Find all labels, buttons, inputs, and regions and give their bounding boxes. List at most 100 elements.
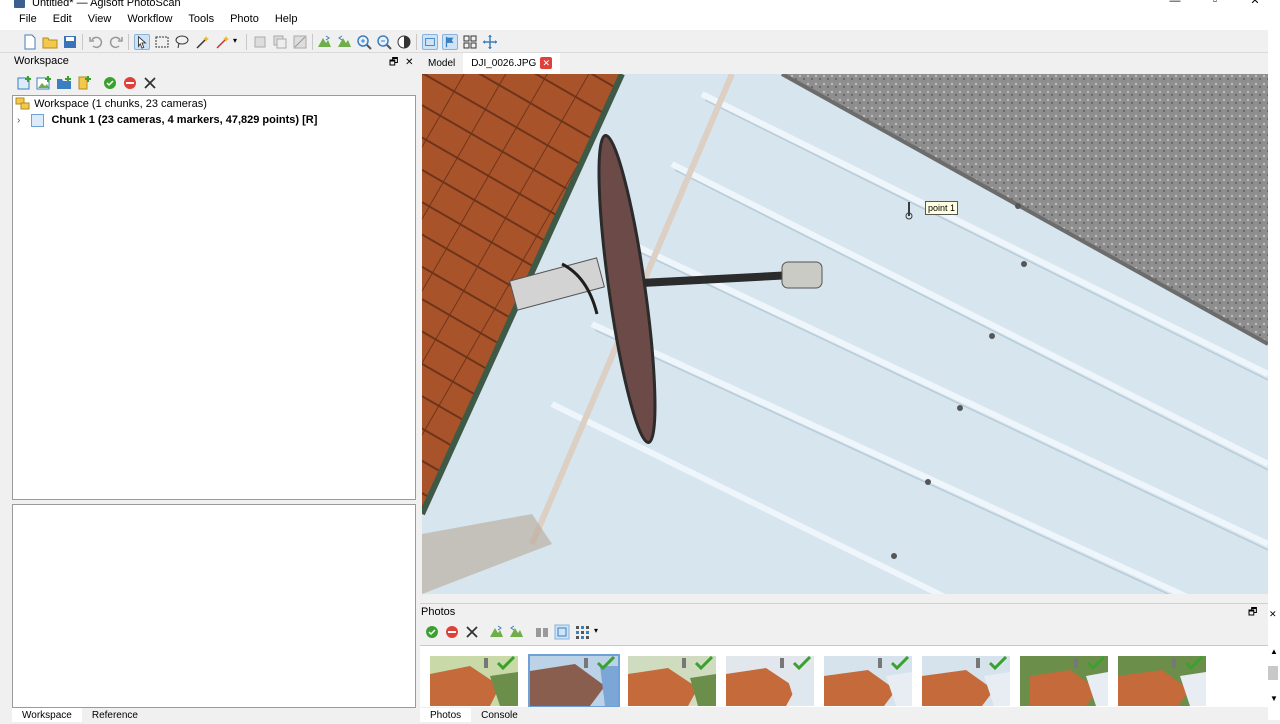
menu-file[interactable]: File	[11, 10, 45, 30]
enable-icon[interactable]	[102, 75, 118, 91]
remove-icon[interactable]	[142, 75, 158, 91]
remove-cameras-icon[interactable]	[464, 624, 480, 640]
close-panel-icon[interactable]: ✕	[1269, 609, 1277, 620]
brightness-icon[interactable]	[396, 34, 412, 50]
workspace-icon	[15, 97, 30, 110]
main-toolbar: ▾	[0, 30, 1270, 53]
photos-panel-title: Photos	[421, 606, 456, 618]
properties-pane	[12, 504, 416, 708]
show-markers-icon[interactable]	[442, 34, 458, 50]
rotate-right-icon[interactable]	[508, 624, 524, 640]
photos-bottom-tabs: Photos Console	[420, 708, 528, 722]
scroll-down-icon[interactable]: ▼	[1270, 694, 1278, 703]
minimize-button[interactable]: —	[1155, 0, 1195, 10]
tab-photo[interactable]: DJI_0026.JPG ✕	[463, 53, 561, 74]
window-title: Untitled* — Agisoft PhotoScan	[32, 0, 181, 9]
new-icon[interactable]	[22, 34, 38, 50]
crop-icon[interactable]	[252, 34, 268, 50]
rotate-left-icon[interactable]	[316, 34, 332, 50]
view-mode-icon[interactable]	[574, 624, 590, 640]
grid-icon[interactable]	[462, 34, 478, 50]
menu-photo[interactable]: Photo	[222, 10, 267, 30]
workspace-root-row[interactable]: Workspace (1 chunks, 23 cameras)	[15, 96, 207, 112]
photos-panel-header: Photos 🗗	[420, 603, 1268, 619]
add-photos-icon[interactable]	[36, 75, 52, 91]
selection-tools-icon[interactable]	[214, 34, 230, 50]
aligned-check-icon	[584, 656, 616, 670]
right-edge: ✕ ▲ ▼	[1268, 0, 1280, 720]
workspace-tree: Workspace (1 chunks, 23 cameras) › Chunk…	[12, 95, 416, 500]
photo-thumbnail[interactable]	[628, 656, 716, 706]
scroll-up-icon[interactable]: ▲	[1270, 647, 1278, 656]
add-chunk-icon[interactable]	[16, 75, 32, 91]
aligned-check-icon	[976, 656, 1008, 670]
photo-thumbnails	[420, 645, 1268, 707]
photo-thumbnail[interactable]	[528, 654, 620, 707]
zoom-out-icon[interactable]	[376, 34, 392, 50]
close-tab-icon[interactable]: ✕	[540, 57, 553, 70]
add-folder-icon[interactable]	[56, 75, 72, 91]
chevron-down-icon[interactable]: ▾	[594, 626, 598, 635]
aligned-check-icon	[682, 656, 714, 670]
aligned-check-icon	[1172, 656, 1204, 670]
photo-thumbnail[interactable]	[1020, 656, 1108, 706]
menu-workflow[interactable]: Workflow	[119, 10, 180, 30]
photo-thumbnail[interactable]	[1118, 656, 1206, 706]
tab-model[interactable]: Model	[420, 53, 463, 74]
move-icon[interactable]	[482, 34, 498, 50]
rotate-left-icon[interactable]	[488, 624, 504, 640]
close-panel-icon[interactable]: ✕	[405, 57, 413, 68]
chunk-icon	[31, 113, 45, 127]
filter-icon[interactable]	[534, 624, 550, 640]
menu-help[interactable]: Help	[267, 10, 306, 30]
marker-label[interactable]: point 1	[925, 201, 959, 215]
scrollbar-thumb[interactable]	[1268, 666, 1278, 680]
photo-thumbnail[interactable]	[922, 656, 1010, 706]
add-markers-icon[interactable]	[76, 75, 92, 91]
lasso-icon[interactable]	[174, 34, 190, 50]
float-panel-icon[interactable]: 🗗	[389, 57, 398, 68]
view-tabs: Model DJI_0026.JPG ✕	[420, 53, 561, 74]
tab-photo-label: DJI_0026.JPG	[471, 58, 537, 69]
menu-edit[interactable]: Edit	[45, 10, 80, 30]
disable-icon[interactable]	[122, 75, 138, 91]
redo-icon[interactable]	[108, 34, 124, 50]
photo-image	[422, 74, 1268, 594]
photo-thumbnail[interactable]	[824, 656, 912, 706]
chevron-right-icon[interactable]: ›	[17, 115, 20, 126]
rotate-right-icon[interactable]	[336, 34, 352, 50]
magic-wand-icon[interactable]	[194, 34, 210, 50]
title-bar: Untitled* — Agisoft PhotoScan — ▫ ✕	[0, 0, 1280, 10]
chunk-row[interactable]: › Chunk 1 (23 cameras, 4 markers, 47,829…	[17, 112, 317, 128]
workspace-toolbar	[12, 72, 416, 94]
workspace-root-label: Workspace (1 chunks, 23 cameras)	[34, 98, 207, 110]
menu-bar: File Edit View Workflow Tools Photo Help	[0, 10, 1280, 30]
aligned-check-icon	[780, 656, 812, 670]
chevron-down-icon[interactable]: ▾	[233, 36, 237, 45]
delete-selection-icon[interactable]	[292, 34, 308, 50]
show-cameras-icon[interactable]	[554, 624, 570, 640]
open-icon[interactable]	[42, 34, 58, 50]
save-icon[interactable]	[62, 34, 78, 50]
chunk-label: Chunk 1 (23 cameras, 4 markers, 47,829 p…	[51, 114, 318, 126]
photos-toolbar: ▾	[420, 620, 1268, 644]
photo-thumbnail[interactable]	[726, 656, 814, 706]
copy-icon[interactable]	[272, 34, 288, 50]
photo-thumbnail[interactable]	[430, 656, 518, 706]
enable-cameras-icon[interactable]	[424, 624, 440, 640]
maximize-button[interactable]: ▫	[1195, 0, 1235, 10]
left-bottom-tabs: Workspace Reference	[12, 708, 148, 722]
app-icon	[14, 0, 25, 8]
navigation-icon[interactable]	[134, 34, 150, 50]
photo-viewer[interactable]: point 1	[422, 74, 1268, 594]
workspace-panel-title: Workspace	[14, 55, 69, 67]
aligned-check-icon	[1074, 656, 1106, 670]
aligned-check-icon	[484, 656, 516, 670]
zoom-in-icon[interactable]	[356, 34, 372, 50]
menu-view[interactable]: View	[80, 10, 120, 30]
show-cameras-icon[interactable]	[422, 34, 438, 50]
disable-cameras-icon[interactable]	[444, 624, 460, 640]
undo-icon[interactable]	[88, 34, 104, 50]
menu-tools[interactable]: Tools	[180, 10, 222, 30]
rect-select-icon[interactable]	[154, 34, 170, 50]
